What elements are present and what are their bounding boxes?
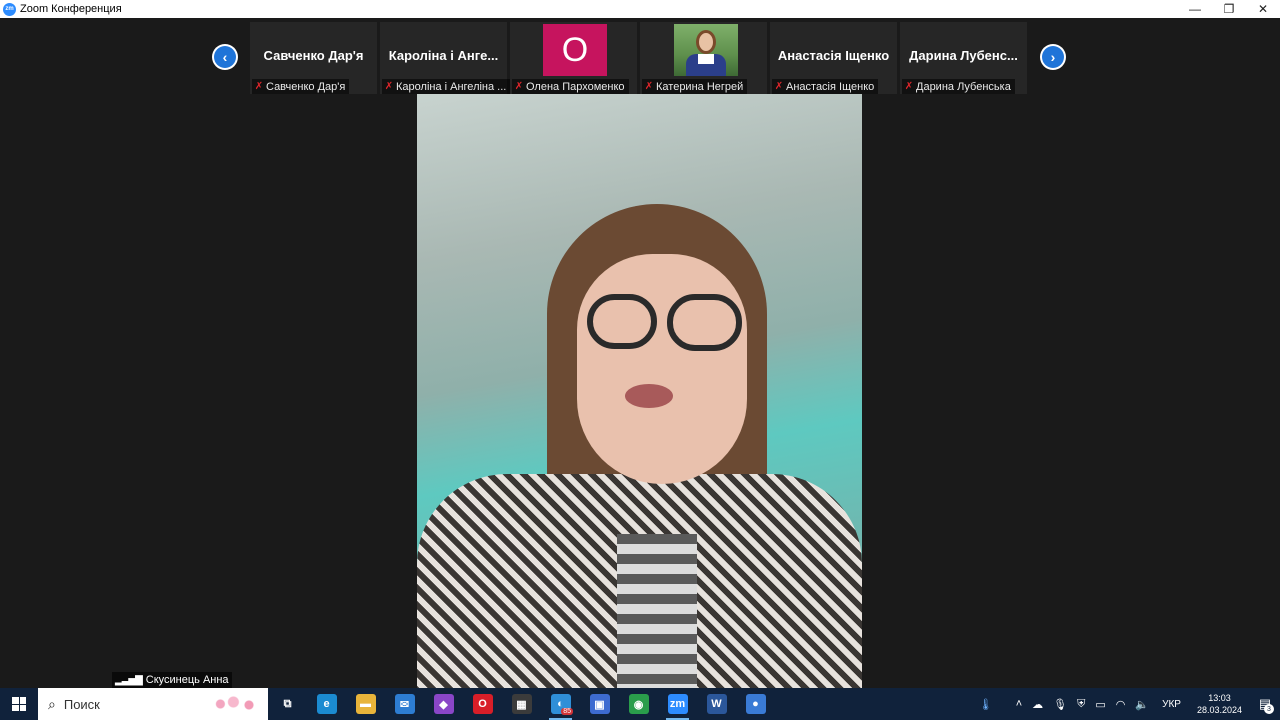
- taskbar-app-onenote[interactable]: ◆: [424, 688, 463, 720]
- taskbar-app-file-explorer[interactable]: ▬: [346, 688, 385, 720]
- mic-muted-icon: ✗: [384, 81, 394, 92]
- participant-tile[interactable]: ✗ Катерина Негрей: [640, 22, 767, 94]
- mic-muted-icon: ✗: [644, 81, 654, 92]
- taskbar-app-chrome[interactable]: ◉: [619, 688, 658, 720]
- edge-icon: e: [316, 694, 337, 714]
- taskbar-app-task-view[interactable]: ⧉: [268, 688, 307, 720]
- participant-label: ✗ Анастасія Іщенко: [772, 79, 879, 94]
- notification-button[interactable]: ▤ 3: [1250, 688, 1280, 720]
- search-highlight-image: [210, 694, 262, 714]
- microphone-icon[interactable]: 🎙: [1053, 698, 1067, 711]
- participant-display-name: Савченко Дар'я: [263, 48, 364, 63]
- taskbar-search[interactable]: ⌕ Поиск: [38, 688, 268, 720]
- participant-label: ✗ Олена Пархоменко: [512, 79, 629, 94]
- participant-tile[interactable]: Анастасія Іщенко ✗ Анастасія Іщенко: [770, 22, 897, 94]
- wifi-icon[interactable]: ◠: [1116, 698, 1126, 711]
- word-icon: W: [706, 694, 727, 714]
- security-icon[interactable]: ⛨: [1077, 698, 1085, 711]
- participant-display-name: Анастасія Іщенко: [777, 48, 890, 63]
- meeting-stage: ‹ Савченко Дар'я ✗ Савченко Дар'я Каролі…: [0, 18, 1280, 688]
- self-view-name: Скусинець Анна: [145, 674, 229, 686]
- participant-label: ✗ Савченко Дар'я: [252, 79, 350, 94]
- participant-strip: ‹ Савченко Дар'я ✗ Савченко Дар'я Каролі…: [0, 18, 1280, 94]
- cloud-icon[interactable]: ☁: [1032, 698, 1043, 711]
- search-placeholder: Поиск: [63, 696, 100, 712]
- clock-date: 28.03.2024: [1196, 705, 1242, 715]
- chrome-icon: ◉: [628, 694, 649, 714]
- taskbar: ⌕ Поиск ⧉ e ▬ ✉ ◆ O ▦ ◐ 85 ▣ ◉ zm W ● 🌡 ˄ ☁ 🎙 ⛨ ▭ ◠ 🔈…: [0, 688, 1280, 720]
- participant-tile[interactable]: Кароліна і Анге... ✗ Кароліна і Ангеліна…: [380, 22, 511, 94]
- avatar-photo: [674, 24, 738, 76]
- active-speaker-video[interactable]: [417, 94, 862, 688]
- system-tray: 🌡 ˄ ☁ 🎙 ⛨ ▭ ◠ 🔈 УКР 13:03 28.03.2024 ▤ 3: [974, 688, 1280, 720]
- gallery-next-button[interactable]: ›: [1040, 44, 1066, 70]
- signal-bars-icon: ▂▃▅▇: [115, 674, 143, 686]
- participant-name: Савченко Дар'я: [266, 80, 346, 93]
- taskbar-app-mail[interactable]: ✉: [385, 688, 424, 720]
- file-explorer-icon: ▬: [355, 694, 376, 714]
- opera-icon: O: [472, 694, 493, 714]
- mic-muted-icon: ✗: [514, 81, 524, 92]
- window-controls: — ❐ ✕: [1178, 0, 1280, 18]
- participant-name: Олена Пархоменко: [526, 80, 625, 93]
- save-icon: ▣: [589, 694, 610, 714]
- participant-tile[interactable]: Дарина Лубенс... ✗ Дарина Лубенська: [900, 22, 1027, 94]
- windows-icon: [12, 697, 26, 711]
- task-view-icon: ⧉: [283, 697, 292, 710]
- thermometer-icon[interactable]: 🌡: [979, 698, 993, 711]
- participant-name: Кароліна і Ангеліна ...: [396, 80, 507, 93]
- participant-name: Анастасія Іщенко: [786, 80, 875, 93]
- onenote-icon: ◆: [433, 694, 454, 714]
- participant-name: Катерина Негрей: [656, 80, 744, 93]
- mic-muted-icon: ✗: [904, 81, 914, 92]
- taskbar-app-save[interactable]: ▣: [580, 688, 619, 720]
- title-bar: zm Zoom Конференция — ❐ ✕: [0, 0, 1280, 18]
- chevron-up-icon[interactable]: ˄: [1016, 698, 1022, 710]
- participant-label: ✗ Дарина Лубенська: [902, 79, 1015, 94]
- paint-icon: ●: [745, 694, 766, 714]
- taskbar-app-edge[interactable]: e: [307, 688, 346, 720]
- participant-label: ✗ Катерина Негрей: [642, 79, 748, 94]
- participant-tile[interactable]: О ✗ Олена Пархоменко: [510, 22, 637, 94]
- taskbar-app-word[interactable]: W: [697, 688, 736, 720]
- mic-muted-icon: ✗: [774, 81, 784, 92]
- participant-name: Дарина Лубенська: [916, 80, 1011, 93]
- taskbar-app-clipchamp[interactable]: ▦: [502, 688, 541, 720]
- window-title: Zoom Конференция: [20, 3, 122, 15]
- zoom-app-icon: zm: [3, 2, 16, 16]
- volume-icon[interactable]: 🔈: [1135, 698, 1149, 711]
- taskbar-app-zoom[interactable]: zm: [658, 688, 697, 720]
- battery-icon[interactable]: ▭: [1095, 698, 1105, 711]
- clock-time: 13:03: [1208, 693, 1231, 703]
- minimize-button[interactable]: —: [1178, 0, 1212, 18]
- taskbar-app-opera[interactable]: O: [463, 688, 502, 720]
- taskbar-app-paint[interactable]: ●: [736, 688, 775, 720]
- participant-display-name: Кароліна і Анге...: [388, 48, 499, 63]
- participant-display-name: Дарина Лубенс...: [909, 48, 1018, 63]
- zoom-icon: zm: [667, 694, 688, 714]
- chevron-right-icon: ›: [1042, 46, 1064, 68]
- taskbar-app-app-badge[interactable]: ◐ 85: [541, 688, 580, 720]
- avatar: О: [543, 24, 607, 76]
- taskbar-apps: ⧉ e ▬ ✉ ◆ O ▦ ◐ 85 ▣ ◉ zm W ●: [268, 688, 775, 720]
- clock[interactable]: 13:03 28.03.2024: [1197, 692, 1242, 716]
- start-button[interactable]: [0, 688, 38, 720]
- chevron-left-icon: ‹: [214, 46, 236, 68]
- participant-tile[interactable]: Савченко Дар'я ✗ Савченко Дар'я: [250, 22, 377, 94]
- notification-count: 3: [1264, 704, 1274, 714]
- restore-button[interactable]: ❐: [1212, 0, 1246, 18]
- self-view-label: ▂▃▅▇ Скусинець Анна: [112, 672, 232, 688]
- gallery-prev-button[interactable]: ‹: [212, 44, 238, 70]
- mail-icon: ✉: [394, 694, 415, 714]
- clipchamp-icon: ▦: [511, 694, 532, 714]
- close-button[interactable]: ✕: [1246, 0, 1280, 18]
- mic-muted-icon: ✗: [254, 81, 264, 92]
- search-icon: ⌕: [48, 695, 56, 712]
- app-badge-count: 85: [561, 708, 573, 715]
- participant-label: ✗ Кароліна і Ангеліна ...: [382, 79, 511, 94]
- language-indicator[interactable]: УКР: [1162, 699, 1181, 710]
